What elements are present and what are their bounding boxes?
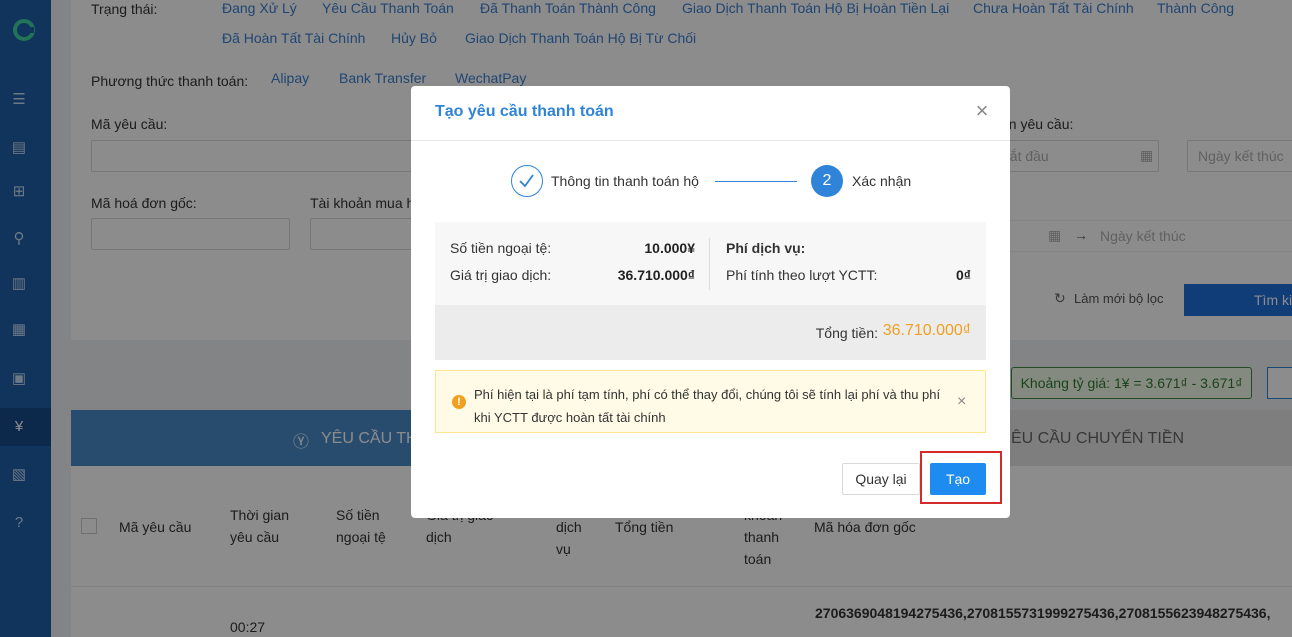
warning-icon: ! xyxy=(452,395,466,409)
close-icon[interactable]: × xyxy=(957,393,966,411)
close-icon[interactable]: × xyxy=(973,100,991,122)
step-1-label: Thông tin thanh toán hộ xyxy=(551,173,699,189)
step-done-icon xyxy=(511,165,543,197)
highlight-box xyxy=(920,451,1002,504)
step-connector xyxy=(715,181,797,182)
total-value: 36.710.000₫ xyxy=(882,322,971,339)
summary-details: Số tiền ngoại tệ: 10.000¥ Giá trị giao d… xyxy=(435,222,986,305)
total-label: Tổng tiền: xyxy=(815,325,878,341)
modal-header: Tạo yêu cầu thanh toán × xyxy=(411,86,1010,141)
divider xyxy=(709,238,710,290)
per-request-fee-label: Phí tính theo lượt YCTT: xyxy=(726,267,878,283)
foreign-amount-label: Số tiền ngoại tệ: xyxy=(450,240,552,256)
summary-total: Tổng tiền: 36.710.000₫ xyxy=(435,305,986,360)
per-request-fee-value: 0₫ xyxy=(956,267,971,283)
back-button[interactable]: Quay lại xyxy=(842,463,920,495)
payment-summary: Số tiền ngoại tệ: 10.000¥ Giá trị giao d… xyxy=(435,222,986,360)
fee-warning-alert: ! Phí hiện tại là phí tạm tính, phí có t… xyxy=(435,370,986,433)
foreign-amount-value: 10.000¥ xyxy=(644,240,695,256)
transaction-value-label: Giá trị giao dịch: xyxy=(450,267,552,283)
modal-title: Tạo yêu cầu thanh toán xyxy=(435,103,614,120)
service-fee-title: Phí dịch vụ: xyxy=(726,240,806,256)
step-2-number: 2 xyxy=(811,165,843,197)
transaction-value-value: 36.710.000₫ xyxy=(617,267,695,283)
step-2-label: Xác nhận xyxy=(852,173,912,189)
warning-text: Phí hiện tại là phí tạm tính, phí có thể… xyxy=(474,387,941,425)
